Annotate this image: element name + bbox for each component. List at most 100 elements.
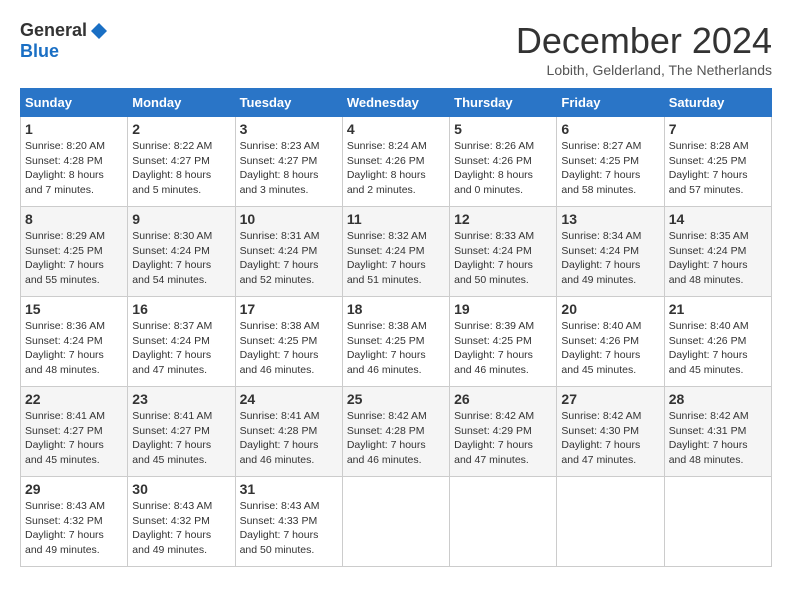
day-cell: 9 Sunrise: 8:30 AM Sunset: 4:24 PM Dayli… — [128, 207, 235, 297]
day-info: Sunrise: 8:43 AM Sunset: 4:32 PM Dayligh… — [132, 499, 230, 558]
day-cell: 12 Sunrise: 8:33 AM Sunset: 4:24 PM Dayl… — [450, 207, 557, 297]
day-info: Sunrise: 8:26 AM Sunset: 4:26 PM Dayligh… — [454, 139, 552, 198]
day-info: Sunrise: 8:39 AM Sunset: 4:25 PM Dayligh… — [454, 319, 552, 378]
header-thursday: Thursday — [450, 89, 557, 117]
week-row-5: 29 Sunrise: 8:43 AM Sunset: 4:32 PM Dayl… — [21, 477, 772, 567]
day-info: Sunrise: 8:38 AM Sunset: 4:25 PM Dayligh… — [240, 319, 338, 378]
calendar: SundayMondayTuesdayWednesdayThursdayFrid… — [20, 88, 772, 567]
day-cell: 6 Sunrise: 8:27 AM Sunset: 4:25 PM Dayli… — [557, 117, 664, 207]
day-cell: 4 Sunrise: 8:24 AM Sunset: 4:26 PM Dayli… — [342, 117, 449, 207]
day-cell: 25 Sunrise: 8:42 AM Sunset: 4:28 PM Dayl… — [342, 387, 449, 477]
header-friday: Friday — [557, 89, 664, 117]
day-info: Sunrise: 8:29 AM Sunset: 4:25 PM Dayligh… — [25, 229, 123, 288]
day-info: Sunrise: 8:41 AM Sunset: 4:28 PM Dayligh… — [240, 409, 338, 468]
day-cell: 24 Sunrise: 8:41 AM Sunset: 4:28 PM Dayl… — [235, 387, 342, 477]
header-tuesday: Tuesday — [235, 89, 342, 117]
day-number: 27 — [561, 391, 659, 407]
day-number: 31 — [240, 481, 338, 497]
day-cell — [557, 477, 664, 567]
day-info: Sunrise: 8:31 AM Sunset: 4:24 PM Dayligh… — [240, 229, 338, 288]
day-number: 7 — [669, 121, 767, 137]
day-number: 15 — [25, 301, 123, 317]
day-cell: 15 Sunrise: 8:36 AM Sunset: 4:24 PM Dayl… — [21, 297, 128, 387]
day-cell: 13 Sunrise: 8:34 AM Sunset: 4:24 PM Dayl… — [557, 207, 664, 297]
day-cell: 10 Sunrise: 8:31 AM Sunset: 4:24 PM Dayl… — [235, 207, 342, 297]
day-number: 14 — [669, 211, 767, 227]
header-sunday: Sunday — [21, 89, 128, 117]
day-cell: 14 Sunrise: 8:35 AM Sunset: 4:24 PM Dayl… — [664, 207, 771, 297]
title-section: December 2024 Lobith, Gelderland, The Ne… — [516, 20, 772, 78]
day-cell: 30 Sunrise: 8:43 AM Sunset: 4:32 PM Dayl… — [128, 477, 235, 567]
day-number: 26 — [454, 391, 552, 407]
day-number: 21 — [669, 301, 767, 317]
day-info: Sunrise: 8:32 AM Sunset: 4:24 PM Dayligh… — [347, 229, 445, 288]
day-cell: 2 Sunrise: 8:22 AM Sunset: 4:27 PM Dayli… — [128, 117, 235, 207]
header-monday: Monday — [128, 89, 235, 117]
page-header: General Blue December 2024 Lobith, Gelde… — [20, 20, 772, 78]
day-number: 22 — [25, 391, 123, 407]
day-info: Sunrise: 8:30 AM Sunset: 4:24 PM Dayligh… — [132, 229, 230, 288]
day-info: Sunrise: 8:33 AM Sunset: 4:24 PM Dayligh… — [454, 229, 552, 288]
day-cell: 16 Sunrise: 8:37 AM Sunset: 4:24 PM Dayl… — [128, 297, 235, 387]
header-saturday: Saturday — [664, 89, 771, 117]
month-title: December 2024 — [516, 20, 772, 62]
logo: General Blue — [20, 20, 109, 62]
day-number: 12 — [454, 211, 552, 227]
week-row-1: 1 Sunrise: 8:20 AM Sunset: 4:28 PM Dayli… — [21, 117, 772, 207]
day-info: Sunrise: 8:42 AM Sunset: 4:28 PM Dayligh… — [347, 409, 445, 468]
header-wednesday: Wednesday — [342, 89, 449, 117]
week-row-2: 8 Sunrise: 8:29 AM Sunset: 4:25 PM Dayli… — [21, 207, 772, 297]
day-cell: 7 Sunrise: 8:28 AM Sunset: 4:25 PM Dayli… — [664, 117, 771, 207]
day-cell: 29 Sunrise: 8:43 AM Sunset: 4:32 PM Dayl… — [21, 477, 128, 567]
day-cell: 19 Sunrise: 8:39 AM Sunset: 4:25 PM Dayl… — [450, 297, 557, 387]
day-info: Sunrise: 8:34 AM Sunset: 4:24 PM Dayligh… — [561, 229, 659, 288]
day-info: Sunrise: 8:42 AM Sunset: 4:29 PM Dayligh… — [454, 409, 552, 468]
day-number: 13 — [561, 211, 659, 227]
day-number: 29 — [25, 481, 123, 497]
day-number: 2 — [132, 121, 230, 137]
day-cell — [664, 477, 771, 567]
day-number: 5 — [454, 121, 552, 137]
day-number: 10 — [240, 211, 338, 227]
day-number: 11 — [347, 211, 445, 227]
day-cell: 22 Sunrise: 8:41 AM Sunset: 4:27 PM Dayl… — [21, 387, 128, 477]
day-number: 19 — [454, 301, 552, 317]
day-info: Sunrise: 8:40 AM Sunset: 4:26 PM Dayligh… — [669, 319, 767, 378]
day-number: 6 — [561, 121, 659, 137]
day-cell: 28 Sunrise: 8:42 AM Sunset: 4:31 PM Dayl… — [664, 387, 771, 477]
day-number: 24 — [240, 391, 338, 407]
day-number: 28 — [669, 391, 767, 407]
day-cell: 5 Sunrise: 8:26 AM Sunset: 4:26 PM Dayli… — [450, 117, 557, 207]
day-cell: 26 Sunrise: 8:42 AM Sunset: 4:29 PM Dayl… — [450, 387, 557, 477]
day-info: Sunrise: 8:38 AM Sunset: 4:25 PM Dayligh… — [347, 319, 445, 378]
day-number: 23 — [132, 391, 230, 407]
day-info: Sunrise: 8:43 AM Sunset: 4:33 PM Dayligh… — [240, 499, 338, 558]
day-cell — [342, 477, 449, 567]
calendar-header-row: SundayMondayTuesdayWednesdayThursdayFrid… — [21, 89, 772, 117]
logo-blue: Blue — [20, 41, 59, 62]
logo-general: General — [20, 20, 87, 41]
logo-icon — [89, 21, 109, 41]
day-number: 1 — [25, 121, 123, 137]
day-cell: 17 Sunrise: 8:38 AM Sunset: 4:25 PM Dayl… — [235, 297, 342, 387]
day-cell: 1 Sunrise: 8:20 AM Sunset: 4:28 PM Dayli… — [21, 117, 128, 207]
week-row-4: 22 Sunrise: 8:41 AM Sunset: 4:27 PM Dayl… — [21, 387, 772, 477]
day-info: Sunrise: 8:28 AM Sunset: 4:25 PM Dayligh… — [669, 139, 767, 198]
day-cell: 11 Sunrise: 8:32 AM Sunset: 4:24 PM Dayl… — [342, 207, 449, 297]
day-cell: 20 Sunrise: 8:40 AM Sunset: 4:26 PM Dayl… — [557, 297, 664, 387]
day-info: Sunrise: 8:40 AM Sunset: 4:26 PM Dayligh… — [561, 319, 659, 378]
day-info: Sunrise: 8:22 AM Sunset: 4:27 PM Dayligh… — [132, 139, 230, 198]
day-cell: 27 Sunrise: 8:42 AM Sunset: 4:30 PM Dayl… — [557, 387, 664, 477]
day-cell: 31 Sunrise: 8:43 AM Sunset: 4:33 PM Dayl… — [235, 477, 342, 567]
location: Lobith, Gelderland, The Netherlands — [516, 62, 772, 78]
day-info: Sunrise: 8:42 AM Sunset: 4:31 PM Dayligh… — [669, 409, 767, 468]
day-info: Sunrise: 8:35 AM Sunset: 4:24 PM Dayligh… — [669, 229, 767, 288]
day-cell: 23 Sunrise: 8:41 AM Sunset: 4:27 PM Dayl… — [128, 387, 235, 477]
week-row-3: 15 Sunrise: 8:36 AM Sunset: 4:24 PM Dayl… — [21, 297, 772, 387]
day-number: 25 — [347, 391, 445, 407]
day-number: 30 — [132, 481, 230, 497]
day-info: Sunrise: 8:27 AM Sunset: 4:25 PM Dayligh… — [561, 139, 659, 198]
day-number: 4 — [347, 121, 445, 137]
day-info: Sunrise: 8:23 AM Sunset: 4:27 PM Dayligh… — [240, 139, 338, 198]
day-info: Sunrise: 8:41 AM Sunset: 4:27 PM Dayligh… — [25, 409, 123, 468]
